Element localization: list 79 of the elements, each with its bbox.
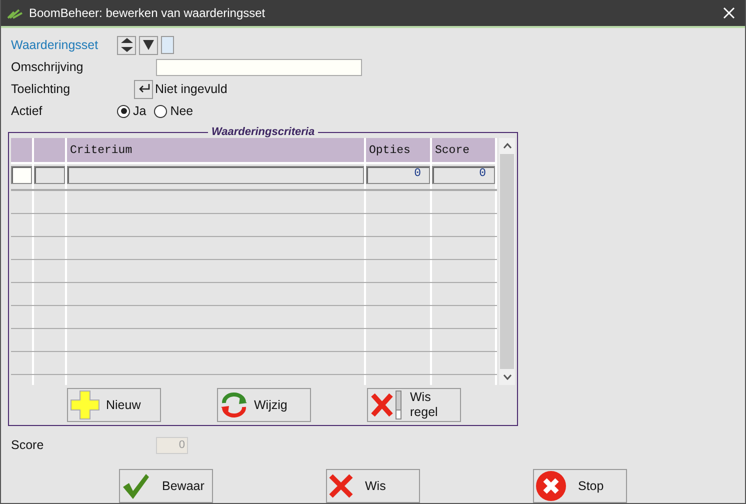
table-cell — [34, 329, 65, 351]
table-cell — [432, 214, 495, 236]
stop-icon — [536, 471, 566, 501]
table-cell — [11, 306, 32, 328]
table-cell — [11, 214, 32, 236]
set-field[interactable] — [161, 36, 174, 54]
radio-label: Ja — [133, 104, 146, 118]
table-cell — [366, 237, 430, 259]
radio-label: Nee — [170, 104, 194, 118]
table-cell — [366, 329, 430, 351]
cell-field[interactable]: 0 — [366, 166, 430, 184]
refresh-icon — [220, 391, 248, 419]
table-cell — [11, 237, 32, 259]
table-cell — [432, 306, 495, 328]
table-cell — [11, 191, 32, 213]
close-icon[interactable] — [723, 7, 735, 19]
table-cell — [34, 283, 65, 305]
radio-option[interactable]: Ja — [117, 104, 146, 118]
cell-field[interactable] — [67, 166, 364, 184]
table-cell — [11, 260, 32, 282]
table-cell — [11, 352, 32, 374]
column-header: Criterium — [67, 138, 364, 162]
cell-field[interactable] — [34, 166, 65, 184]
table-cell — [11, 329, 32, 351]
action-button[interactable]: Wis — [326, 469, 420, 503]
panel-title: Waarderingscriteria — [210, 126, 316, 138]
header-cell — [11, 138, 32, 162]
delete-row-icon — [370, 390, 404, 420]
toelichting-label: Toelichting — [11, 82, 72, 96]
window-title: BoomBeheer: bewerken van waarderingsset — [29, 6, 266, 20]
score-label: Score — [11, 438, 45, 452]
table-cell — [11, 283, 32, 305]
action-button[interactable]: Bewaar — [119, 469, 213, 503]
table-cell — [366, 283, 430, 305]
table-cell — [432, 283, 495, 305]
header-cell — [34, 138, 65, 162]
spin-button[interactable] — [117, 36, 136, 54]
dropdown-button[interactable] — [139, 36, 158, 54]
action-button[interactable]: Nieuw — [67, 388, 161, 422]
table-cell — [34, 191, 65, 213]
table-cell — [432, 191, 495, 213]
column-header: Score — [432, 138, 495, 162]
table-cell — [366, 352, 430, 374]
scroll-down-icon[interactable] — [502, 374, 512, 380]
table-cell — [432, 260, 495, 282]
table-cell — [432, 329, 495, 351]
row-selector[interactable] — [11, 166, 32, 184]
return-icon — [138, 84, 150, 94]
table-cell — [366, 260, 430, 282]
omschrijving-label: Omschrijving — [11, 60, 84, 74]
up-down-icon — [120, 38, 132, 52]
caret-icon — [143, 40, 154, 50]
app-leaf-icon — [7, 7, 23, 19]
scroll-up-icon[interactable] — [502, 143, 512, 149]
edit-note-button[interactable] — [134, 80, 153, 98]
action-button[interactable]: Wijzig — [217, 388, 311, 422]
cross-icon — [329, 474, 353, 498]
column-header: Opties — [366, 138, 430, 162]
radio-option[interactable]: Nee — [154, 104, 194, 118]
action-button[interactable]: Stop — [533, 469, 627, 503]
table-cell — [432, 352, 495, 374]
table-cell — [366, 214, 430, 236]
scrollbar[interactable] — [499, 138, 515, 385]
checkmark-icon — [122, 472, 150, 500]
table-cell — [34, 352, 65, 374]
table-cell — [34, 260, 65, 282]
table-cell — [432, 237, 495, 259]
table-cell — [34, 306, 65, 328]
toelichting-value: Niet ingevuld — [155, 82, 228, 96]
table-cell — [34, 214, 65, 236]
action-button[interactable]: Wis regel — [367, 388, 461, 422]
table-cell — [34, 237, 65, 259]
omschrijving-field[interactable] — [156, 58, 362, 76]
plus-icon — [70, 390, 100, 420]
table-cell — [366, 191, 430, 213]
cell-field[interactable]: 0 — [432, 166, 495, 184]
actief-label: Actief — [11, 104, 44, 118]
waarderingsset-label: Waarderingsset — [11, 38, 100, 52]
table-cell — [366, 306, 430, 328]
